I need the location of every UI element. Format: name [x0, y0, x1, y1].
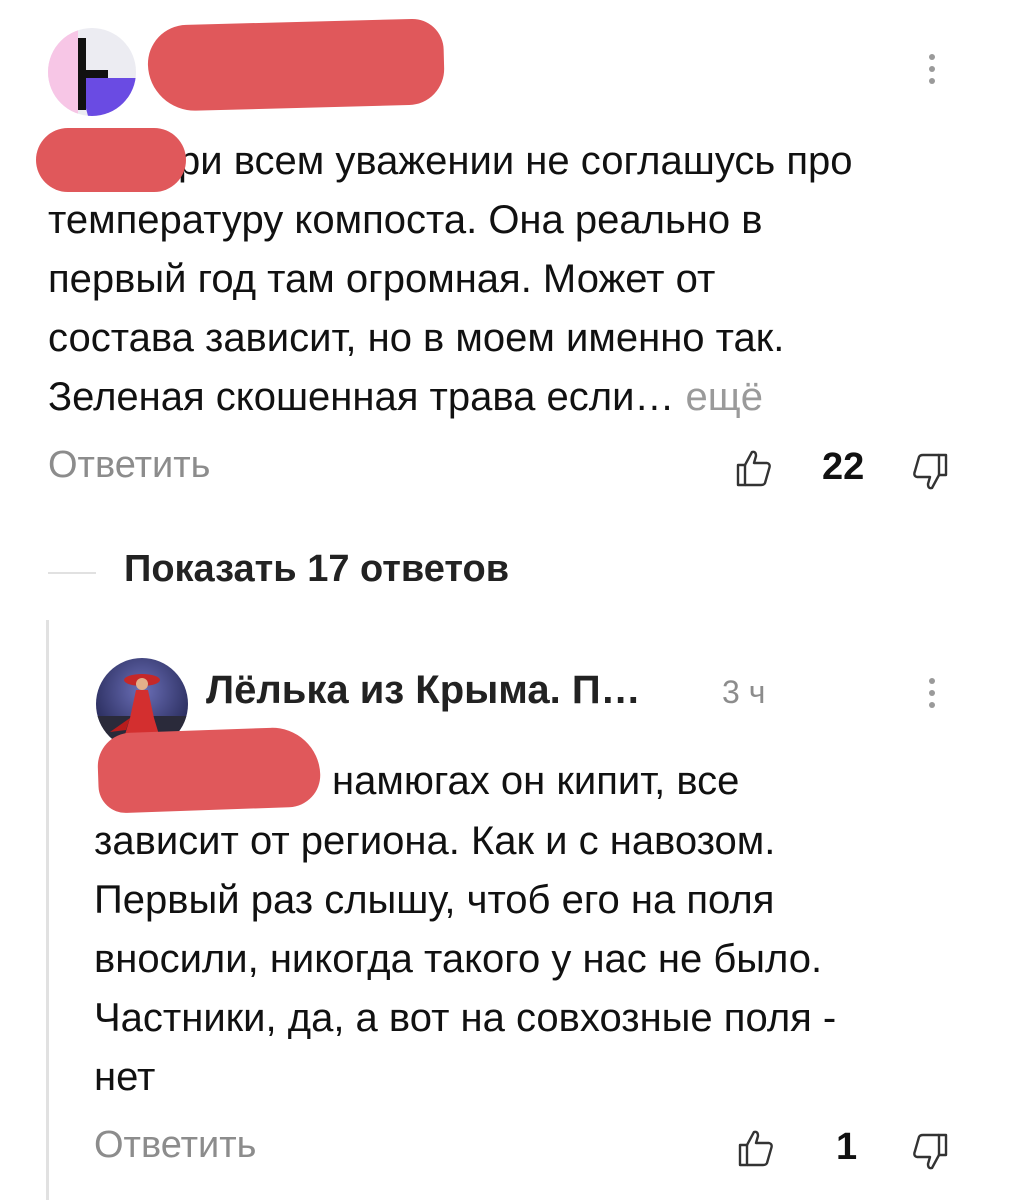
- show-replies-button[interactable]: Показать 17 ответов: [124, 548, 509, 591]
- like-count: 1: [836, 1126, 858, 1168]
- reply-button[interactable]: Ответить: [48, 444, 210, 487]
- redacted-text: [96, 726, 322, 814]
- kebab-menu-icon: [929, 678, 935, 684]
- dislike-button[interactable]: [910, 1132, 950, 1172]
- redacted-author-name: [146, 18, 446, 112]
- thread-line: [46, 620, 49, 1200]
- thumbs-up-icon: [738, 1130, 773, 1167]
- reply-button[interactable]: Ответить: [94, 1124, 256, 1167]
- author-name[interactable]: Лёлька из Крыма. П…: [206, 668, 641, 713]
- redacted-text: [36, 128, 186, 192]
- comment-body: зависит от региона. Как и с навозом. Пер…: [94, 819, 837, 1099]
- avatar-image: [48, 28, 136, 116]
- dislike-button[interactable]: [910, 452, 950, 492]
- like-button[interactable]: [736, 1128, 776, 1168]
- comment-menu-button[interactable]: [926, 678, 938, 708]
- replies-divider: [48, 572, 96, 574]
- avatar[interactable]: [48, 28, 136, 116]
- thumbs-up-icon: [736, 450, 771, 487]
- thumbs-down-icon: [913, 1133, 948, 1170]
- kebab-menu-icon: [929, 54, 935, 60]
- comment-text-first-line: намюгах он кипит, все: [332, 759, 740, 803]
- show-more-link[interactable]: ещё: [686, 375, 763, 419]
- thumbs-down-icon: [913, 453, 948, 490]
- like-count: 22: [822, 446, 865, 488]
- comment-menu-button[interactable]: [926, 54, 938, 84]
- like-button[interactable]: [734, 448, 774, 488]
- comment-time: 3 ч: [722, 674, 766, 710]
- comment-body: ри всем уважении не соглашусь про темпер…: [48, 132, 988, 427]
